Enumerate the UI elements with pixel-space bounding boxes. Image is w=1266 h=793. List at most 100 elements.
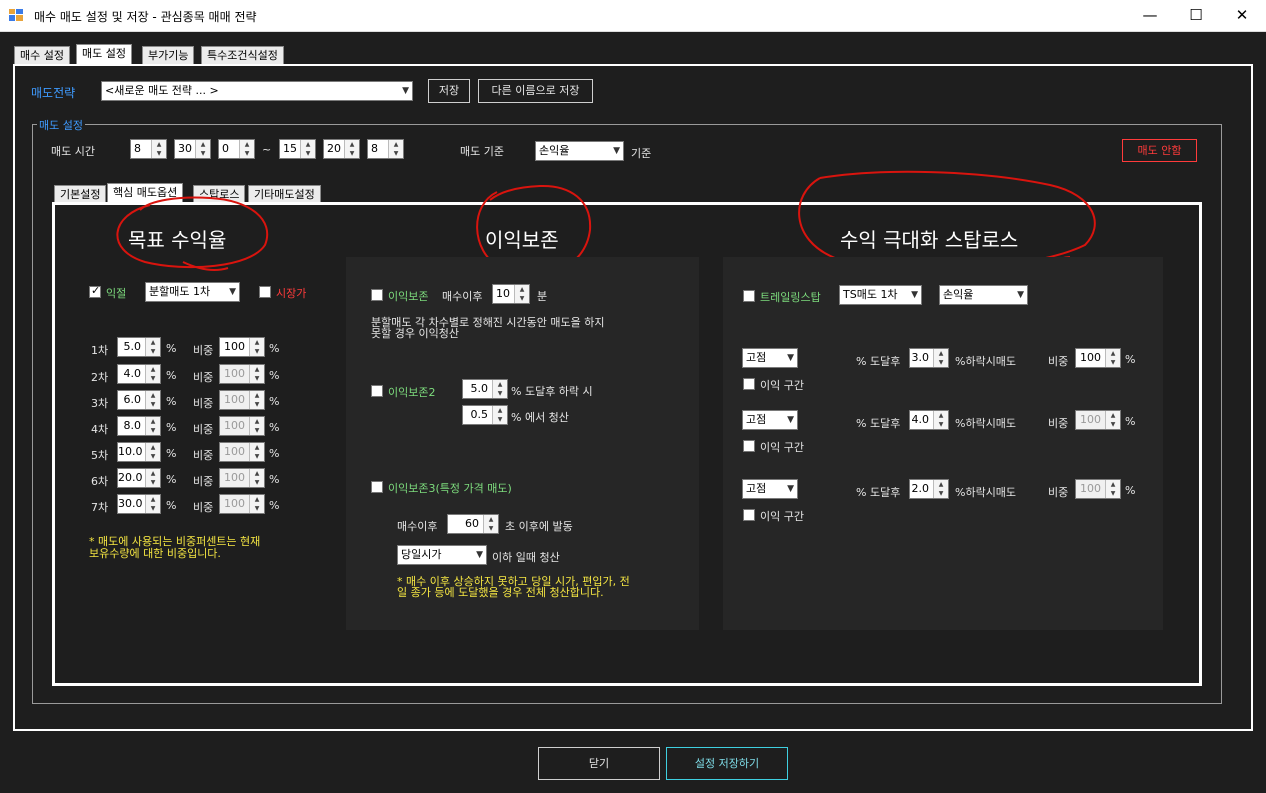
target-weight-label: 비중 [193,449,214,462]
spinner-arrows-icon[interactable]: ▲ ▼ [145,417,160,435]
ts-profit-range-label: 이익 구간 [760,510,804,523]
spinner-arrows-icon[interactable]: ▲ ▼ [1105,411,1120,429]
spinner-arrows-icon[interactable]: ▲ ▼ [1105,480,1120,498]
target-percent-spinner[interactable]: 30.0 ▲ ▼ [117,494,161,514]
spinner-arrows-icon[interactable]: ▲ ▼ [514,285,529,303]
target-percent-spinner[interactable]: 10.0 ▲ ▼ [117,442,161,462]
ts-mode-value: 고점 [746,482,767,495]
target-percent-spinner[interactable]: 8.0 ▲ ▼ [117,416,161,436]
target-percent-sign: % [166,447,177,460]
chevron-down-icon: ▼ [787,415,794,425]
ts-basis-select[interactable]: 손익율 ▼ [939,285,1028,305]
spinner-arrows-icon[interactable]: ▲ ▼ [249,391,264,409]
chevron-down-icon: ▼ [476,550,483,560]
preserve3-price-select[interactable]: 당일시가 ▼ [397,545,487,565]
spinner-arrows-icon[interactable]: ▲ ▼ [145,495,160,513]
target-percent-spinner[interactable]: 20.0 ▲ ▼ [117,468,161,488]
ts-drop-label: %하락시매도 [955,355,1017,368]
spinner-arrows-icon[interactable]: ▲ ▼ [249,417,264,435]
market-price-label: 시장가 [276,287,307,300]
ts-weight-percent: % [1125,353,1136,366]
spinner-arrows-icon[interactable]: ▲ ▼ [933,349,948,367]
preserve3-seconds-spinner[interactable]: 60 ▲ ▼ [447,514,499,534]
spinner-arrows-icon[interactable]: ▲ ▼ [1105,349,1120,367]
chevron-down-icon: ▼ [787,353,794,363]
target-percent-spinner[interactable]: 4.0 ▲ ▼ [117,364,161,384]
ts-weight-value: 100 [1080,413,1101,426]
save-settings-button[interactable]: 설정 저장하기 [666,747,788,780]
ts-weight-label: 비중 [1048,355,1069,368]
target-weight-spinner[interactable]: 100 ▲ ▼ [219,390,265,410]
ts-drop-label: %하락시매도 [955,417,1017,430]
preserve2-checkbox[interactable] [371,385,383,397]
spinner-arrows-icon[interactable]: ▲ ▼ [145,469,160,487]
target-weight-spinner[interactable]: 100 ▲ ▼ [219,364,265,384]
ts-profit-range-checkbox[interactable] [743,509,755,521]
ts-profit-range-label: 이익 구간 [760,441,804,454]
spinner-arrows-icon[interactable]: ▲ ▼ [483,515,498,533]
target-weight-value: 100 [224,445,245,458]
target-percent-value: 4.0 [123,367,142,380]
ts-drop-spinner[interactable]: 4.0 ▲ ▼ [909,410,949,430]
preserve1-after-label: 매수이후 [442,290,483,303]
close-button[interactable]: 닫기 [538,747,660,780]
target-weight-spinner[interactable]: 100 ▲ ▼ [219,416,265,436]
preserve2-liquidate-value: 0.5 [470,408,489,421]
ts-weight-percent: % [1125,415,1136,428]
spinner-arrows-icon[interactable]: ▲ ▼ [249,469,264,487]
spinner-arrows-icon[interactable]: ▲ ▼ [145,338,160,356]
spinner-arrows-icon[interactable]: ▲ ▼ [492,406,507,424]
target-percent-spinner[interactable]: 6.0 ▲ ▼ [117,390,161,410]
trailing-stop-checkbox[interactable] [743,290,755,302]
ts-drop-value: 2.0 [911,482,930,495]
ts-weight-label: 비중 [1048,486,1069,499]
spinner-arrows-icon[interactable]: ▲ ▼ [145,391,160,409]
target-weight-spinner[interactable]: 100 ▲ ▼ [219,494,265,514]
preserve3-checkbox[interactable] [371,481,383,493]
spinner-arrows-icon[interactable]: ▲ ▼ [249,365,264,383]
ts-mode-value: 고점 [746,351,767,364]
preserve1-checkbox[interactable] [371,289,383,301]
ts-profit-range-checkbox[interactable] [743,378,755,390]
spinner-arrows-icon[interactable]: ▲ ▼ [249,338,264,356]
spinner-arrows-icon[interactable]: ▲ ▼ [249,443,264,461]
market-price-checkbox[interactable] [259,286,271,298]
weight-note: * 매도에 사용되는 비중퍼센트는 현재 보유수량에 대한 비중입니다. [89,535,261,560]
preserve3-note: * 매수 이후 상승하지 못하고 당일 시가, 편입가, 전 일 종가 등에 도… [397,575,630,599]
target-stage-label: 5차 [91,449,109,462]
target-weight-label: 비중 [193,423,214,436]
preserve1-minutes-spinner[interactable]: 10 ▲ ▼ [492,284,530,304]
target-percent-spinner[interactable]: 5.0 ▲ ▼ [117,337,161,357]
ts-mode-select[interactable]: 고점 ▼ [742,479,798,499]
spinner-arrows-icon[interactable]: ▲ ▼ [492,380,507,398]
spinner-arrows-icon[interactable]: ▲ ▼ [933,411,948,429]
spinner-arrows-icon[interactable]: ▲ ▼ [249,495,264,513]
ts-profit-range-checkbox[interactable] [743,440,755,452]
preserve3-liquidate-text: 이하 일때 청산 [492,551,560,564]
target-weight-value: 100 [224,471,245,484]
preserve2-liquidate-spinner[interactable]: 0.5 ▲ ▼ [462,405,508,425]
target-weight-spinner[interactable]: 100 ▲ ▼ [219,468,265,488]
spinner-arrows-icon[interactable]: ▲ ▼ [145,443,160,461]
ts-weight-value: 100 [1080,482,1101,495]
split-sell-select[interactable]: 분할매도 1차 ▼ [145,282,240,302]
target-weight-spinner[interactable]: 100 ▲ ▼ [219,337,265,357]
ts-mode-select[interactable]: 고점 ▼ [742,410,798,430]
spinner-arrows-icon[interactable]: ▲ ▼ [933,480,948,498]
ts-weight-spinner[interactable]: 100 ▲ ▼ [1075,479,1121,499]
target-percent-sign: % [166,499,177,512]
ts-drop-spinner[interactable]: 2.0 ▲ ▼ [909,479,949,499]
ts-weight-spinner[interactable]: 100 ▲ ▼ [1075,348,1121,368]
ts-mode-select[interactable]: 고점 ▼ [742,348,798,368]
ts-drop-spinner[interactable]: 3.0 ▲ ▼ [909,348,949,368]
target-percent-sign: % [166,369,177,382]
target-percent-value: 8.0 [123,419,142,432]
preserve2-reach-spinner[interactable]: 5.0 ▲ ▼ [462,379,508,399]
target-stage-label: 3차 [91,397,109,410]
profit-take-checkbox[interactable] [89,284,101,298]
target-weight-value: 100 [224,393,245,406]
spinner-arrows-icon[interactable]: ▲ ▼ [145,365,160,383]
target-weight-spinner[interactable]: 100 ▲ ▼ [219,442,265,462]
ts-weight-spinner[interactable]: 100 ▲ ▼ [1075,410,1121,430]
ts-stage-select[interactable]: TS매도 1차 ▼ [839,285,922,305]
